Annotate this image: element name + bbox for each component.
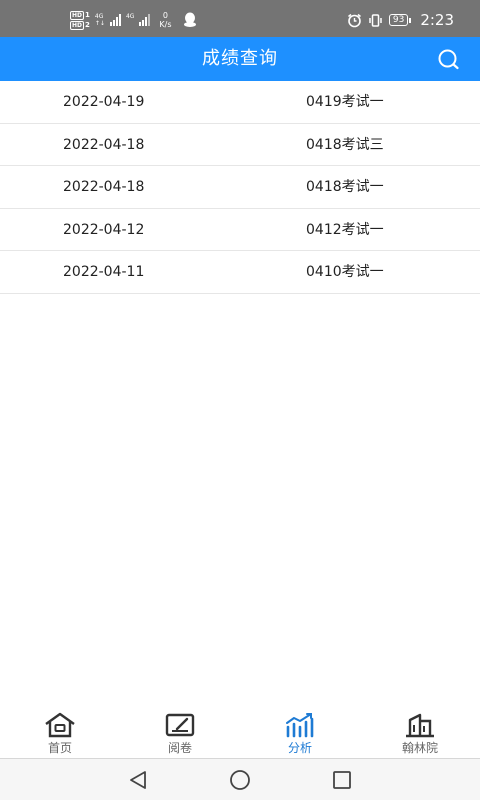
tab-analysis[interactable]: 分析: [240, 705, 360, 758]
status-left: HD 1 HD 2 4G ↑↓ 4G 0 K/s: [70, 9, 197, 31]
exam-name: 0418考试三: [306, 136, 384, 153]
tab-grading[interactable]: 阅卷: [120, 705, 240, 758]
screen: HD 1 HD 2 4G ↑↓ 4G 0 K/s 93 2:23 成绩查询 20…: [0, 0, 480, 800]
vibrate-icon: [369, 13, 382, 27]
app-header: 成绩查询: [0, 37, 480, 81]
exam-date: 2022-04-18: [63, 179, 145, 196]
tab-label-grading: 阅卷: [167, 741, 192, 755]
chart-icon: [286, 713, 314, 738]
exam-date: 2022-04-11: [63, 264, 145, 281]
result-list: 2022-04-19 0419考试一 2022-04-18 0418考试三 20…: [0, 81, 480, 294]
exam-name: 0410考试一: [306, 264, 384, 281]
hd-label-1: HD: [70, 10, 85, 20]
speed-unit: K/s: [159, 20, 172, 29]
speed-value: 0: [162, 11, 169, 20]
exam-date: 2022-04-18: [63, 136, 145, 153]
page-title: 成绩查询: [202, 48, 278, 69]
home-icon: [45, 712, 75, 738]
tab-home[interactable]: 首页: [0, 705, 120, 758]
status-right: 93 2:23: [347, 11, 454, 29]
signal-icon: [109, 14, 121, 26]
signal-icon-2: [139, 14, 151, 26]
home-circle-icon[interactable]: [228, 769, 252, 791]
building-icon: [406, 713, 434, 738]
hd-label-2: HD: [70, 20, 85, 30]
tab-label-analysis: 分析: [287, 741, 312, 755]
exam-date: 2022-04-19: [63, 94, 145, 110]
net1-arrows: ↑↓: [94, 20, 105, 27]
system-nav-bar: [0, 758, 480, 800]
back-triangle-icon[interactable]: [126, 769, 150, 791]
table-row[interactable]: 2022-04-19 0419考试一: [0, 81, 480, 124]
net2-type: 4G: [125, 13, 135, 20]
exam-date: 2022-04-12: [63, 221, 145, 238]
network-2: 4G: [126, 13, 134, 27]
hd-icon: HD 1: [70, 10, 90, 20]
net-speed: 0 K/s: [159, 11, 171, 29]
alarm-icon: [347, 13, 361, 27]
status-bar: HD 1 HD 2 4G ↑↓ 4G 0 K/s 93 2:23: [0, 0, 480, 37]
hd-icon-2: HD 2: [70, 20, 90, 30]
bottom-tab-bar: 首页 阅卷 分析 翰林院: [0, 705, 480, 758]
exam-name: 0412考试一: [306, 221, 384, 238]
hd-num-2: 2: [85, 20, 90, 29]
battery-icon: 93: [388, 14, 412, 26]
table-row[interactable]: 2022-04-18 0418考试三: [0, 124, 480, 167]
tab-label-academy: 翰林院: [401, 741, 438, 755]
exam-name: 0419考试一: [306, 94, 384, 110]
hd-indicators: HD 1 HD 2: [70, 10, 90, 30]
table-row[interactable]: 2022-04-12 0412考试一: [0, 209, 480, 252]
edit-paper-icon: [165, 713, 195, 737]
net1-type: 4G: [94, 13, 104, 20]
qq-icon: [183, 12, 196, 27]
network-1: 4G ↑↓: [95, 13, 105, 27]
tab-academy[interactable]: 翰林院: [360, 705, 480, 758]
clock: 2:23: [420, 11, 454, 29]
recents-square-icon[interactable]: [330, 769, 354, 791]
hd-num-1: 1: [85, 10, 90, 19]
table-row[interactable]: 2022-04-18 0418考试一: [0, 166, 480, 209]
exam-name: 0418考试一: [306, 179, 384, 196]
tab-label-home: 首页: [47, 741, 72, 755]
search-icon[interactable]: [436, 48, 462, 70]
table-row[interactable]: 2022-04-11 0410考试一: [0, 251, 480, 294]
